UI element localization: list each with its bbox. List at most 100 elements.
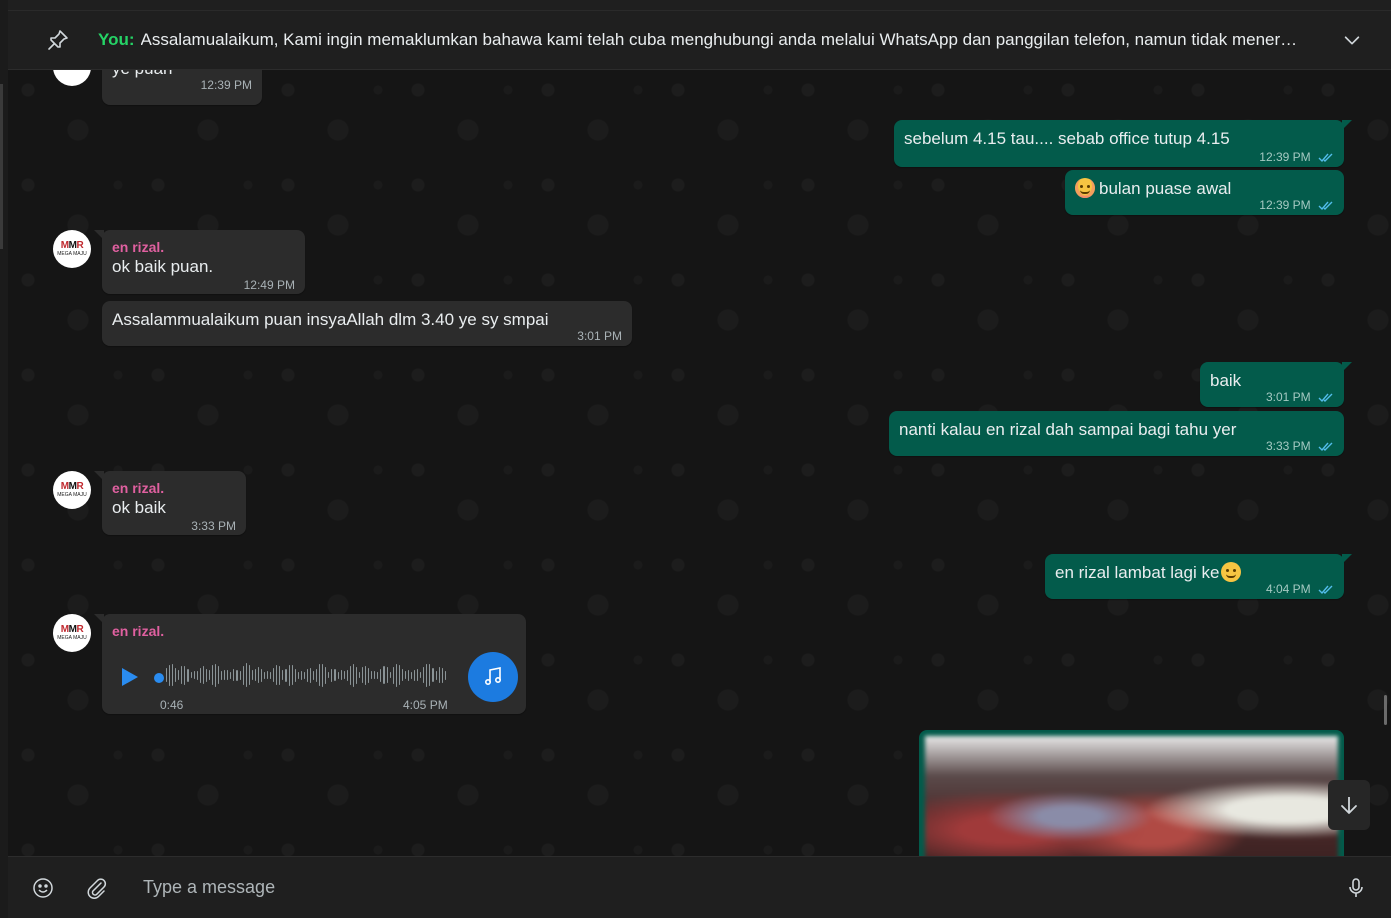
sender-name[interactable]: en rizal. — [112, 622, 516, 640]
avatar[interactable]: MMR MEGA MAJU — [53, 230, 91, 268]
waveform-bar — [380, 668, 382, 682]
message-out[interactable]: en rizal lambat lagi ke 4:04 PM — [1045, 554, 1352, 599]
message-text: baik — [1210, 371, 1242, 390]
message-out[interactable]: nanti kalau en rizal dah sampai bagi tah… — [889, 411, 1344, 456]
pinned-text: Assalamualaikum, Kami ingin memaklumkan … — [140, 30, 1298, 49]
left-scroll-strip — [0, 0, 8, 918]
waveform-bar — [313, 670, 315, 680]
message-time: 3:33 PM — [1266, 435, 1334, 457]
waveform-bar — [331, 668, 333, 682]
sender-name[interactable]: en rizal. — [112, 238, 295, 256]
double-check-icon — [1318, 442, 1333, 451]
waveform-bar — [316, 668, 318, 682]
image-message[interactable] — [919, 730, 1344, 856]
message-time: 3:01 PM — [1266, 386, 1334, 408]
avatar-logo: MMR — [60, 240, 84, 251]
message-text: sebelum 4.15 tau.... sebab office tutup … — [904, 129, 1230, 148]
waveform-bar — [340, 670, 342, 680]
waveform-bar — [426, 663, 428, 687]
message-out[interactable]: sebelum 4.15 tau.... sebab office tutup … — [894, 120, 1352, 168]
avatar-logo-subtext: MEGA MAJU — [57, 635, 87, 641]
message-input[interactable] — [128, 867, 1338, 907]
waveform-bar — [309, 667, 311, 683]
waveform-bar — [187, 668, 189, 682]
waveform-bar — [349, 665, 351, 685]
left-scrollbar-thumb[interactable] — [0, 84, 3, 249]
waveform-bar — [285, 668, 287, 682]
chat-area[interactable]: MMR ye puan 12:39 PM sebelum 4.15 tau...… — [8, 70, 1391, 856]
avatar-logo: MMR — [60, 624, 84, 635]
pin-icon[interactable] — [46, 28, 70, 52]
waveform-bar — [172, 664, 174, 686]
avatar[interactable]: MMR — [53, 70, 91, 86]
play-icon[interactable] — [118, 666, 140, 688]
waveform-bar — [337, 671, 339, 679]
waveform-bar — [395, 663, 397, 687]
message-time: 12:39 PM — [1259, 194, 1334, 216]
paperclip-icon[interactable] — [85, 876, 109, 900]
waveform-bar — [297, 671, 299, 679]
blurred-image[interactable] — [925, 736, 1338, 856]
message-time: 12:39 PM — [1259, 146, 1334, 168]
waveform-bar — [386, 667, 388, 683]
waveform-bar — [251, 670, 253, 680]
waveform-bar — [374, 671, 376, 679]
waveform-bar — [224, 670, 226, 680]
waveform-bar — [248, 665, 250, 685]
waveform-bar — [371, 671, 373, 679]
waveform-bar — [221, 670, 223, 680]
chevron-down-icon[interactable] — [1341, 29, 1363, 51]
waveform-bar — [291, 665, 293, 685]
waveform-bar — [211, 665, 213, 685]
waveform-bar — [196, 670, 198, 680]
waveform-bar — [435, 670, 437, 680]
waveform-bar — [334, 669, 336, 681]
message-out[interactable]: bulan puase awal 12:39 PM — [1065, 170, 1344, 215]
sender-name[interactable]: en rizal. — [112, 479, 236, 497]
waveform-bar — [178, 670, 180, 680]
microphone-icon[interactable] — [1344, 876, 1368, 900]
waveform-bar — [239, 670, 241, 680]
face-with-hand-over-mouth-emoji-icon — [1221, 562, 1242, 582]
waveform-bar — [276, 665, 278, 685]
waveform-bar — [377, 671, 379, 679]
waveform-bar — [279, 665, 281, 685]
waveform-bar — [319, 664, 321, 686]
waveform-bar — [294, 668, 296, 682]
message-in[interactable]: en rizal. ok baik 3:33 PM — [94, 471, 246, 535]
emoji-icon[interactable] — [31, 876, 55, 900]
smiling-blush-emoji-icon — [1075, 178, 1095, 198]
message-in[interactable]: en rizal. ok baik puan. 12:49 PM — [94, 230, 305, 294]
compose-bar — [8, 856, 1391, 918]
message-out[interactable]: baik 3:01 PM — [1200, 362, 1352, 408]
waveform-bar — [407, 669, 409, 681]
waveform-bar — [328, 672, 330, 678]
waveform-bar — [423, 667, 425, 683]
scroll-to-bottom-button[interactable] — [1328, 780, 1370, 830]
music-note-button[interactable] — [468, 652, 518, 702]
waveform-bar — [325, 666, 327, 684]
voice-message[interactable]: en rizal. 0:46 4:05 PM — [94, 614, 526, 714]
pinned-message-bar[interactable]: You: Assalamualaikum, Kami ingin memaklu… — [8, 10, 1391, 70]
message-text: bulan puase awal — [1099, 179, 1232, 198]
waveform-bar — [288, 664, 290, 686]
message-in[interactable]: ye puan 12:39 PM — [102, 70, 262, 105]
message-text: nanti kalau en rizal dah sampai bagi tah… — [899, 420, 1237, 439]
waveform-bar — [306, 668, 308, 682]
music-note-icon — [485, 667, 502, 686]
message-text: ye puan — [112, 70, 173, 80]
waveform-bar — [420, 672, 422, 678]
avatar-logo-subtext: MEGA MAJU — [57, 251, 87, 257]
chat-scrollbar-thumb[interactable] — [1384, 695, 1387, 725]
voice-progress-handle[interactable] — [154, 673, 164, 683]
message-time: 3:33 PM — [191, 519, 236, 533]
avatar[interactable]: MMR MEGA MAJU — [53, 471, 91, 509]
double-check-icon — [1318, 153, 1333, 162]
waveform-bar — [267, 671, 269, 679]
message-in[interactable]: Assalammualaikum puan insyaAllah dlm 3.4… — [102, 301, 632, 346]
voice-waveform[interactable] — [166, 662, 446, 688]
waveform-bar — [432, 668, 434, 682]
avatar[interactable]: MMR MEGA MAJU — [53, 614, 91, 652]
waveform-bar — [365, 665, 367, 685]
arrow-down-icon — [1341, 797, 1357, 814]
